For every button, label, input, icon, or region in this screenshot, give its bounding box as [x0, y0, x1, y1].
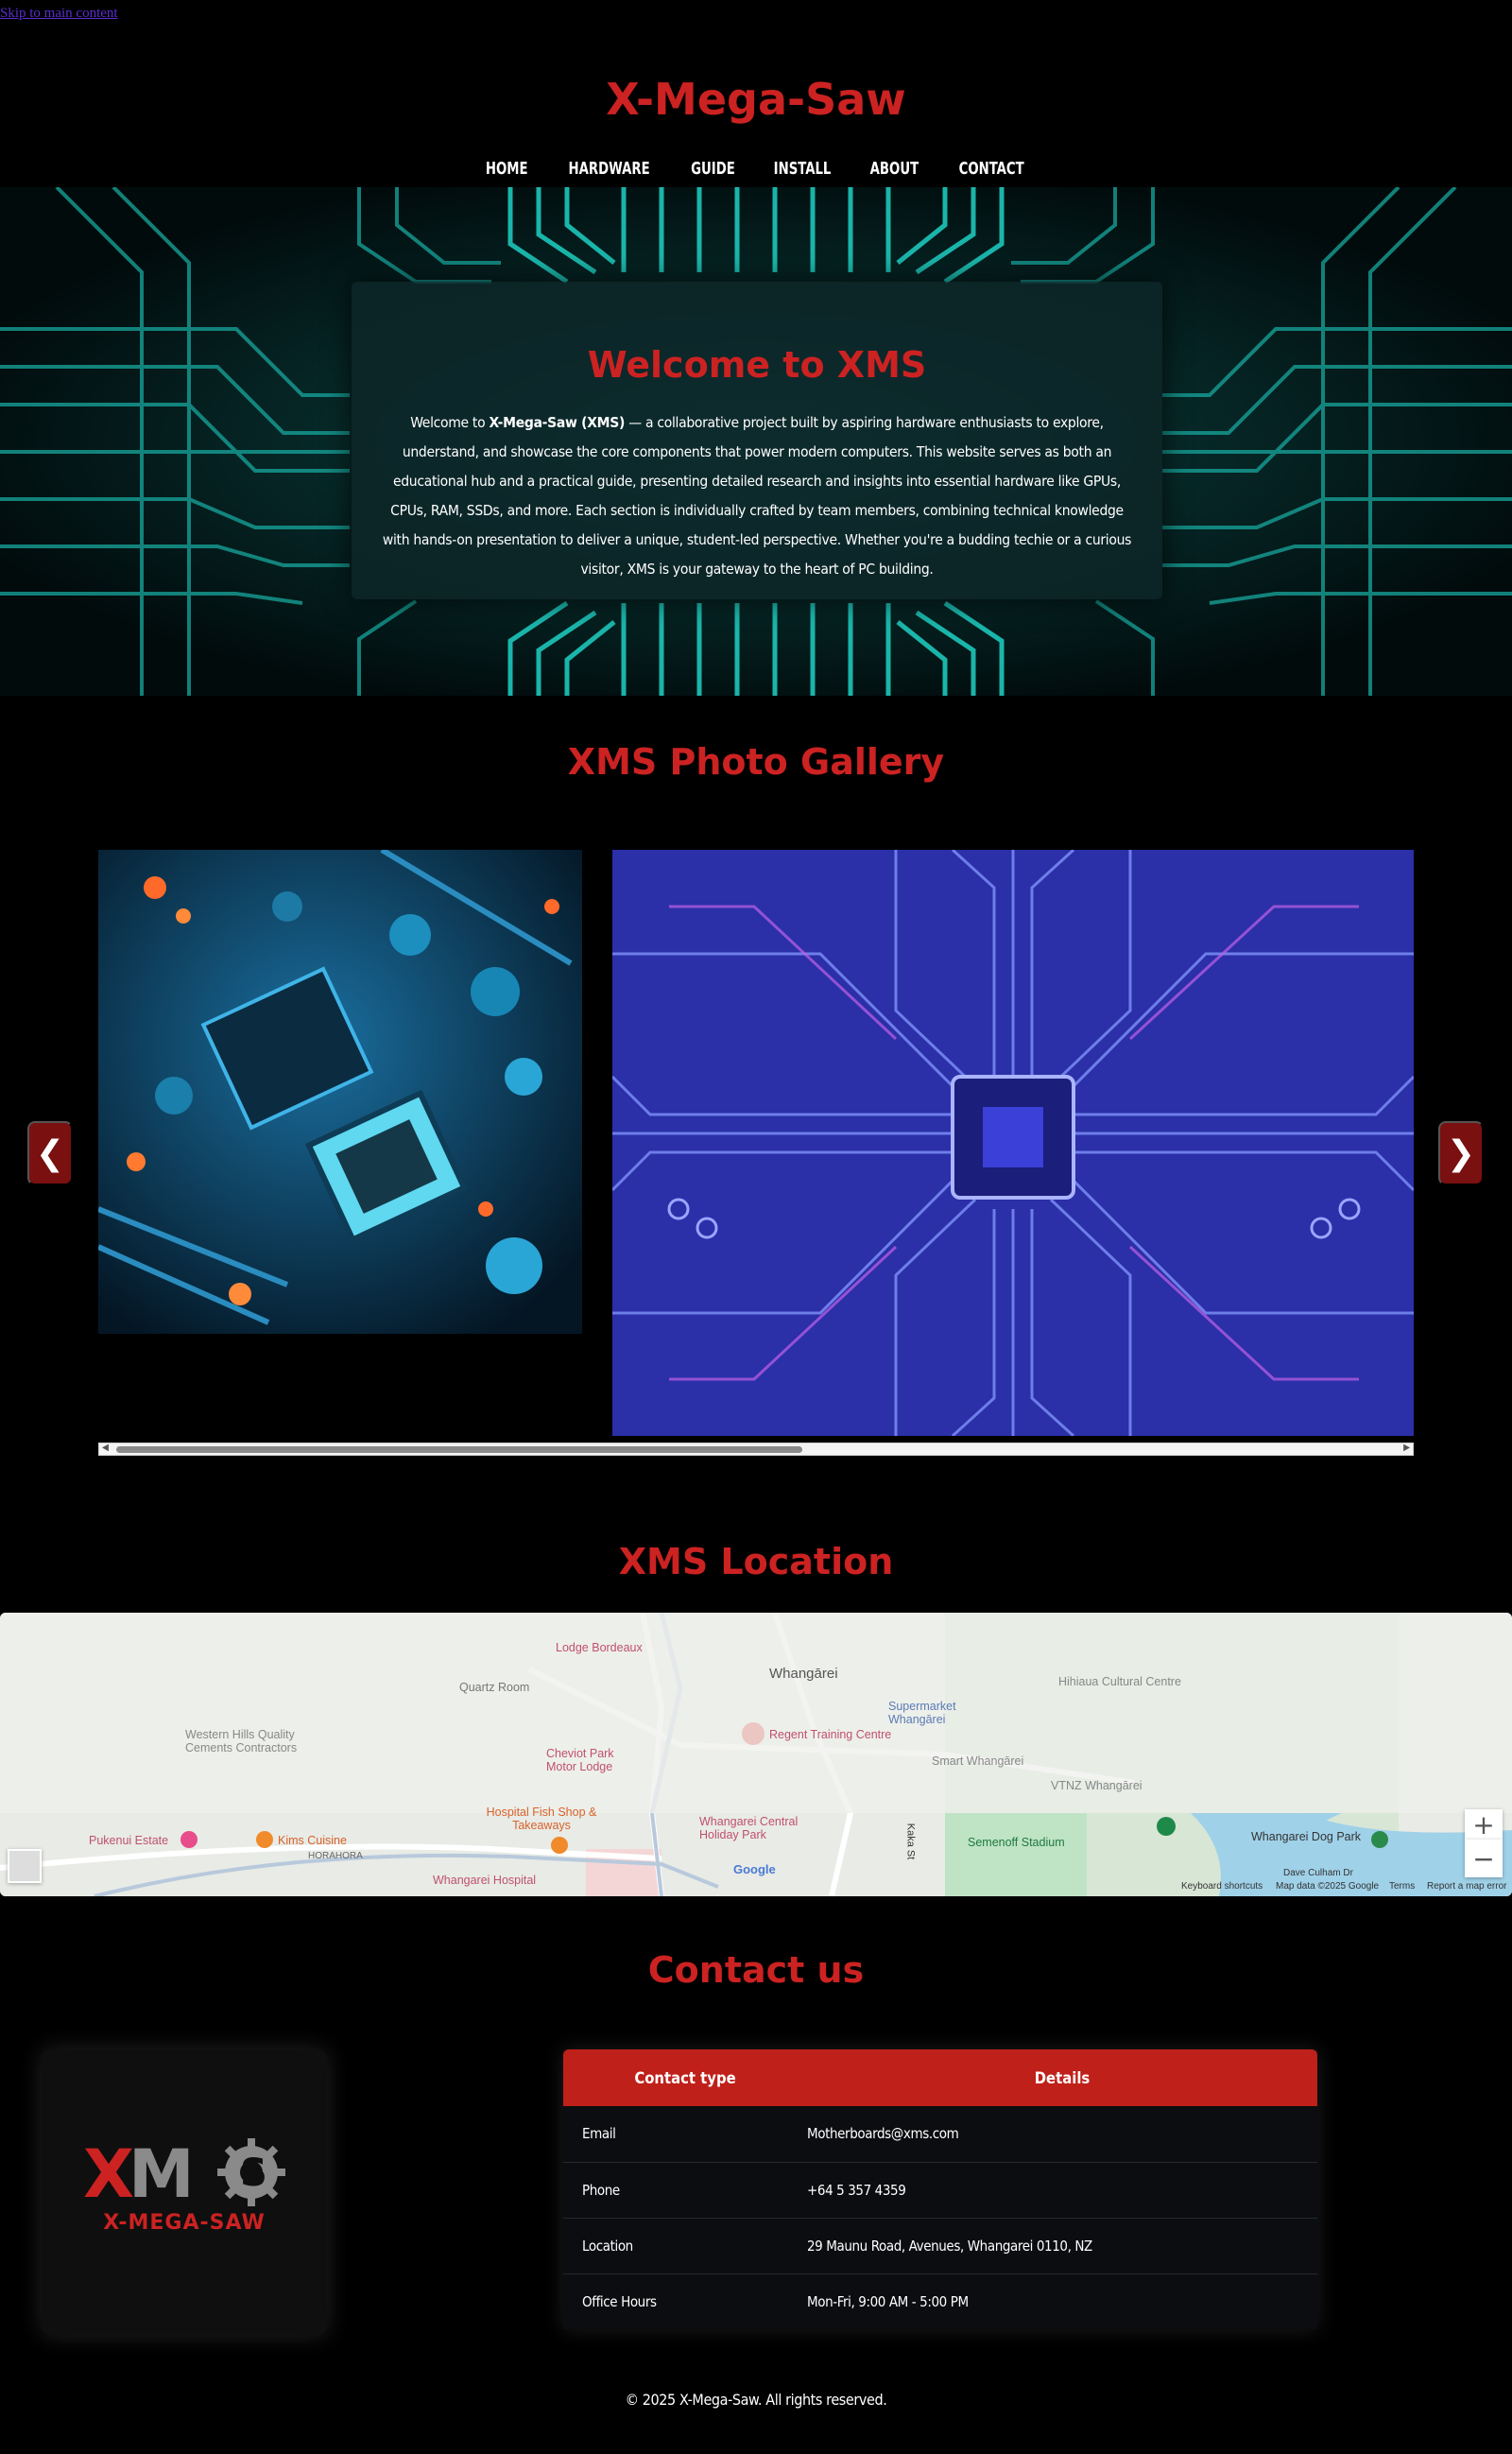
nav-home[interactable]: HOME [485, 159, 527, 179]
contact-table: Contact type Details Email Motherboards@… [563, 2049, 1317, 2329]
google-logo: Google [733, 1862, 776, 1876]
map-label-whangarei: Whangārei [769, 1666, 838, 1682]
scrollbar-thumb[interactable] [116, 1446, 802, 1453]
map-label-fish-shop: Hospital Fish Shop & Takeaways [486, 1806, 597, 1832]
row-type: Email [563, 2106, 807, 2163]
location-map[interactable]: Lodge Bordeaux Quartz Room Whangārei Wes… [0, 1613, 1512, 1896]
map-label-dog-park: Whangarei Dog Park [1251, 1830, 1362, 1843]
map-zoom-in-button[interactable]: + [1465, 1809, 1503, 1840]
welcome-heading: Welcome to XMS [587, 344, 927, 386]
site-title[interactable]: X-Mega-Saw [0, 74, 1512, 125]
map-label-kaka: Kaka St [904, 1823, 917, 1860]
gallery-title: XMS Photo Gallery [567, 741, 945, 783]
header-contact-type: Contact type [563, 2049, 807, 2106]
gallery-image-motherboard-blue [98, 850, 582, 1334]
location-title: XMS Location [618, 1541, 894, 1582]
nav-install[interactable]: INSTALL [774, 159, 832, 179]
map-zoom-out-button[interactable]: − [1465, 1840, 1503, 1877]
site-footer: © 2025 X-Mega-Saw. All rights reserved. [625, 2391, 887, 2409]
map-label-lodge: Lodge Bordeaux [556, 1641, 643, 1654]
table-row: Phone +64 5 357 4359 [563, 2162, 1317, 2219]
nav-guide[interactable]: GUIDE [691, 159, 735, 179]
map-terms-link[interactable]: Terms [1389, 1881, 1415, 1892]
map-label-semenoff: Semenoff Stadium [968, 1836, 1065, 1849]
welcome-card: Welcome to XMS Welcome to X-Mega-Saw (XM… [352, 282, 1162, 599]
nav-hardware[interactable]: HARDWARE [569, 159, 650, 179]
map-label-supermarket: Supermarket Whangārei [888, 1700, 956, 1726]
row-type: Location [563, 2218, 807, 2274]
nav-contact[interactable]: CONTACT [959, 159, 1024, 179]
map-label-holiday-park: Whangarei Central Holiday Park [699, 1815, 799, 1841]
map-type-toggle[interactable] [8, 1849, 42, 1883]
map-data-credit: Map data ©2025 Google [1276, 1881, 1380, 1892]
scroll-right-arrow-icon[interactable]: ▶ [1403, 1443, 1410, 1453]
map-label-hospital: Whangarei Hospital [433, 1874, 537, 1887]
gallery-prev-button[interactable]: ❮ [27, 1121, 73, 1185]
map-label-kims: Kims Cuisine [278, 1834, 347, 1847]
map-label-hihiaua: Hihiaua Cultural Centre [1058, 1675, 1181, 1688]
table-row: Email Motherboards@xms.com [563, 2106, 1317, 2163]
svg-text:M: M [129, 2135, 191, 2213]
scroll-left-arrow-icon[interactable]: ◀ [102, 1443, 109, 1453]
row-type: Office Hours [582, 2292, 657, 2310]
xms-logo-card: X M S X-MEGA-SAW [42, 2049, 327, 2335]
row-type: Phone [563, 2162, 807, 2219]
welcome-paragraph: Welcome to X-Mega-Saw (XMS) — a collabor… [382, 414, 1132, 578]
row-email-value[interactable]: Motherboards@xms.com [807, 2106, 1317, 2163]
row-phone-value: +64 5 357 4359 [807, 2162, 1317, 2219]
map-report-error-link[interactable]: Report a map error [1427, 1881, 1506, 1892]
table-row: Location 29 Maunu Road, Avenues, Whangar… [563, 2218, 1317, 2274]
contact-table-header: Contact type Details [563, 2049, 1317, 2106]
gallery-scrollbar[interactable]: ◀ ▶ [98, 1443, 1414, 1456]
header-details: Details [807, 2049, 1317, 2106]
nav-about[interactable]: ABOUT [870, 159, 919, 179]
site-header: X-Mega-Saw HOME HARDWARE GUIDE INSTALL A… [0, 0, 1512, 189]
gallery-next-button[interactable]: ❯ [1438, 1121, 1484, 1185]
table-row: Office Hours Mon-Fri, 9:00 AM - 5:00 PM [563, 2273, 1317, 2329]
contact-title: Contact us [647, 1949, 865, 1991]
main-nav: HOME HARDWARE GUIDE INSTALL ABOUT CONTAC… [0, 159, 1512, 179]
map-label-pukenui: Pukenui Estate [89, 1834, 169, 1847]
hero-section: Welcome to XMS Welcome to X-Mega-Saw (XM… [0, 187, 1512, 696]
map-label-smart: Smart Whangārei [932, 1754, 1024, 1768]
map-label-vtnz: VTNZ Whangārei [1051, 1779, 1143, 1792]
svg-text:X-MEGA-SAW: X-MEGA-SAW [103, 2211, 266, 2235]
map-label-dave-culham: Dave Culham Dr [1283, 1868, 1353, 1878]
map-label-quartz: Quartz Room [459, 1681, 530, 1694]
svg-text:X: X [83, 2135, 133, 2213]
row-hours-value: Mon-Fri, 9:00 AM - 5:00 PM [807, 2292, 969, 2310]
gallery-track[interactable] [98, 850, 1414, 1436]
gallery-image-circuit-purple [612, 850, 1414, 1436]
map-label-regent: Regent Training Centre [769, 1728, 892, 1741]
map-loading-overlay [0, 1613, 1512, 1813]
svg-text:S: S [240, 2152, 267, 2195]
map-label-horahora: HORAHORA [308, 1851, 363, 1861]
map-keyboard-shortcuts[interactable]: Keyboard shortcuts [1181, 1881, 1263, 1892]
map-label-western-hills: Western Hills Quality Cements Contractor… [185, 1728, 298, 1754]
xms-logo: X M S X-MEGA-SAW [83, 2135, 285, 2235]
row-location-value: 29 Maunu Road, Avenues, Whangarei 0110, … [807, 2218, 1317, 2274]
welcome-bold-name: X-Mega-Saw (XMS) [489, 414, 626, 431]
map-label-cheviot: Cheviot Park Motor Lodge [546, 1747, 614, 1773]
